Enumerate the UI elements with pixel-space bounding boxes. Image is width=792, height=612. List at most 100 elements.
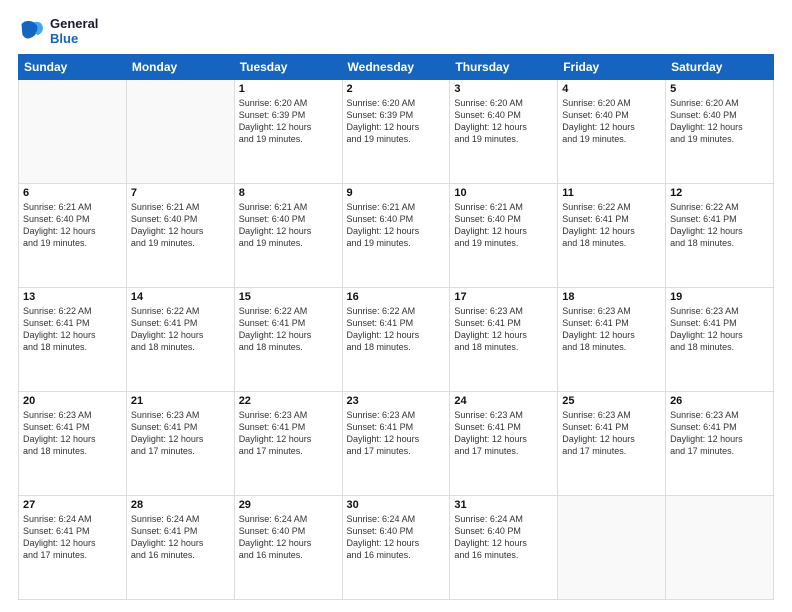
day-number: 16 bbox=[347, 291, 446, 303]
day-number: 1 bbox=[239, 83, 338, 95]
calendar-cell: 25 Sunrise: 6:23 AM Sunset: 6:41 PM Dayli… bbox=[558, 392, 666, 496]
day-info: Sunrise: 6:21 AM Sunset: 6:40 PM Dayligh… bbox=[23, 201, 122, 250]
logo-icon bbox=[18, 17, 46, 45]
calendar-cell: 31 Sunrise: 6:24 AM Sunset: 6:40 PM Dayli… bbox=[450, 496, 558, 600]
weekday-header-cell: Thursday bbox=[450, 55, 558, 80]
day-info: Sunrise: 6:23 AM Sunset: 6:41 PM Dayligh… bbox=[670, 305, 769, 354]
day-number: 26 bbox=[670, 395, 769, 407]
calendar-cell: 8 Sunrise: 6:21 AM Sunset: 6:40 PM Daylig… bbox=[234, 184, 342, 288]
day-info: Sunrise: 6:24 AM Sunset: 6:41 PM Dayligh… bbox=[23, 513, 122, 562]
calendar-cell: 23Sunrise: 6:23 AM Sunset: 6:41 PM Dayli… bbox=[342, 392, 450, 496]
calendar-week-row: 1 Sunrise: 6:20 AM Sunset: 6:39 PM Daylig… bbox=[19, 80, 774, 184]
day-info: Sunrise: 6:20 AM Sunset: 6:39 PM Dayligh… bbox=[239, 97, 338, 146]
day-number: 29 bbox=[239, 499, 338, 511]
calendar-cell: 24 Sunrise: 6:23 AM Sunset: 6:41 PM Dayli… bbox=[450, 392, 558, 496]
page: General Blue SundayMondayTuesdayWednesda… bbox=[0, 0, 792, 612]
day-info: Sunrise: 6:23 AM Sunset: 6:41 PM Dayligh… bbox=[239, 409, 338, 458]
day-info: Sunrise: 6:22 AM Sunset: 6:41 PM Dayligh… bbox=[562, 201, 661, 250]
day-info: Sunrise: 6:23 AM Sunset: 6:41 PM Dayligh… bbox=[23, 409, 122, 458]
day-info: Sunrise: 6:21 AM Sunset: 6:40 PM Dayligh… bbox=[131, 201, 230, 250]
day-number: 10 bbox=[454, 187, 553, 199]
day-number: 28 bbox=[131, 499, 230, 511]
day-number: 9 bbox=[347, 187, 446, 199]
day-info: Sunrise: 6:21 AM Sunset: 6:40 PM Dayligh… bbox=[347, 201, 446, 250]
header: General Blue bbox=[18, 16, 774, 46]
day-number: 13 bbox=[23, 291, 122, 303]
day-number: 24 bbox=[454, 395, 553, 407]
calendar-cell: 19 Sunrise: 6:23 AM Sunset: 6:41 PM Dayli… bbox=[666, 288, 774, 392]
calendar-cell: 26 Sunrise: 6:23 AM Sunset: 6:41 PM Dayli… bbox=[666, 392, 774, 496]
day-number: 5 bbox=[670, 83, 769, 95]
calendar-cell: 15 Sunrise: 6:22 AM Sunset: 6:41 PM Dayli… bbox=[234, 288, 342, 392]
calendar-cell: 10Sunrise: 6:21 AM Sunset: 6:40 PM Dayli… bbox=[450, 184, 558, 288]
weekday-header-cell: Saturday bbox=[666, 55, 774, 80]
day-info: Sunrise: 6:22 AM Sunset: 6:41 PM Dayligh… bbox=[23, 305, 122, 354]
calendar-cell: 12 Sunrise: 6:22 AM Sunset: 6:41 PM Dayli… bbox=[666, 184, 774, 288]
calendar-week-row: 20 Sunrise: 6:23 AM Sunset: 6:41 PM Dayli… bbox=[19, 392, 774, 496]
day-number: 31 bbox=[454, 499, 553, 511]
calendar-week-row: 27 Sunrise: 6:24 AM Sunset: 6:41 PM Dayli… bbox=[19, 496, 774, 600]
day-number: 27 bbox=[23, 499, 122, 511]
calendar-cell: 29Sunrise: 6:24 AM Sunset: 6:40 PM Dayli… bbox=[234, 496, 342, 600]
calendar-cell bbox=[558, 496, 666, 600]
weekday-header-row: SundayMondayTuesdayWednesdayThursdayFrid… bbox=[19, 55, 774, 80]
day-info: Sunrise: 6:23 AM Sunset: 6:41 PM Dayligh… bbox=[562, 409, 661, 458]
day-number: 25 bbox=[562, 395, 661, 407]
calendar-body: 1 Sunrise: 6:20 AM Sunset: 6:39 PM Daylig… bbox=[19, 80, 774, 600]
logo: General Blue bbox=[18, 16, 98, 46]
logo-text: General Blue bbox=[50, 16, 98, 46]
day-info: Sunrise: 6:23 AM Sunset: 6:41 PM Dayligh… bbox=[131, 409, 230, 458]
calendar-cell bbox=[19, 80, 127, 184]
weekday-header-cell: Tuesday bbox=[234, 55, 342, 80]
day-number: 3 bbox=[454, 83, 553, 95]
day-info: Sunrise: 6:24 AM Sunset: 6:40 PM Dayligh… bbox=[347, 513, 446, 562]
day-number: 21 bbox=[131, 395, 230, 407]
day-info: Sunrise: 6:20 AM Sunset: 6:39 PM Dayligh… bbox=[347, 97, 446, 146]
day-info: Sunrise: 6:22 AM Sunset: 6:41 PM Dayligh… bbox=[347, 305, 446, 354]
day-info: Sunrise: 6:20 AM Sunset: 6:40 PM Dayligh… bbox=[670, 97, 769, 146]
day-number: 20 bbox=[23, 395, 122, 407]
day-info: Sunrise: 6:23 AM Sunset: 6:41 PM Dayligh… bbox=[454, 409, 553, 458]
calendar-cell: 11 Sunrise: 6:22 AM Sunset: 6:41 PM Dayli… bbox=[558, 184, 666, 288]
calendar-cell: 27 Sunrise: 6:24 AM Sunset: 6:41 PM Dayli… bbox=[19, 496, 127, 600]
calendar-cell: 6 Sunrise: 6:21 AM Sunset: 6:40 PM Daylig… bbox=[19, 184, 127, 288]
calendar-table: SundayMondayTuesdayWednesdayThursdayFrid… bbox=[18, 54, 774, 600]
day-info: Sunrise: 6:22 AM Sunset: 6:41 PM Dayligh… bbox=[670, 201, 769, 250]
day-number: 19 bbox=[670, 291, 769, 303]
calendar-cell: 22Sunrise: 6:23 AM Sunset: 6:41 PM Dayli… bbox=[234, 392, 342, 496]
calendar-cell: 20 Sunrise: 6:23 AM Sunset: 6:41 PM Dayli… bbox=[19, 392, 127, 496]
calendar-cell: 1 Sunrise: 6:20 AM Sunset: 6:39 PM Daylig… bbox=[234, 80, 342, 184]
calendar-cell: 17Sunrise: 6:23 AM Sunset: 6:41 PM Dayli… bbox=[450, 288, 558, 392]
calendar-cell: 7Sunrise: 6:21 AM Sunset: 6:40 PM Daylig… bbox=[126, 184, 234, 288]
day-number: 6 bbox=[23, 187, 122, 199]
day-info: Sunrise: 6:22 AM Sunset: 6:41 PM Dayligh… bbox=[239, 305, 338, 354]
calendar-cell: 9 Sunrise: 6:21 AM Sunset: 6:40 PM Daylig… bbox=[342, 184, 450, 288]
calendar-cell: 28 Sunrise: 6:24 AM Sunset: 6:41 PM Dayli… bbox=[126, 496, 234, 600]
calendar-cell: 18Sunrise: 6:23 AM Sunset: 6:41 PM Dayli… bbox=[558, 288, 666, 392]
day-number: 11 bbox=[562, 187, 661, 199]
day-info: Sunrise: 6:24 AM Sunset: 6:41 PM Dayligh… bbox=[131, 513, 230, 562]
day-info: Sunrise: 6:20 AM Sunset: 6:40 PM Dayligh… bbox=[562, 97, 661, 146]
day-info: Sunrise: 6:21 AM Sunset: 6:40 PM Dayligh… bbox=[239, 201, 338, 250]
calendar-cell: 30 Sunrise: 6:24 AM Sunset: 6:40 PM Dayli… bbox=[342, 496, 450, 600]
day-number: 15 bbox=[239, 291, 338, 303]
calendar-cell: 21 Sunrise: 6:23 AM Sunset: 6:41 PM Dayli… bbox=[126, 392, 234, 496]
calendar-week-row: 13 Sunrise: 6:22 AM Sunset: 6:41 PM Dayli… bbox=[19, 288, 774, 392]
calendar-week-row: 6 Sunrise: 6:21 AM Sunset: 6:40 PM Daylig… bbox=[19, 184, 774, 288]
calendar-cell: 14 Sunrise: 6:22 AM Sunset: 6:41 PM Dayli… bbox=[126, 288, 234, 392]
day-info: Sunrise: 6:23 AM Sunset: 6:41 PM Dayligh… bbox=[670, 409, 769, 458]
day-number: 12 bbox=[670, 187, 769, 199]
calendar-cell: 5 Sunrise: 6:20 AM Sunset: 6:40 PM Daylig… bbox=[666, 80, 774, 184]
day-number: 8 bbox=[239, 187, 338, 199]
day-number: 30 bbox=[347, 499, 446, 511]
day-number: 23 bbox=[347, 395, 446, 407]
day-info: Sunrise: 6:24 AM Sunset: 6:40 PM Dayligh… bbox=[454, 513, 553, 562]
weekday-header-cell: Sunday bbox=[19, 55, 127, 80]
calendar-cell bbox=[666, 496, 774, 600]
weekday-header-cell: Friday bbox=[558, 55, 666, 80]
day-info: Sunrise: 6:20 AM Sunset: 6:40 PM Dayligh… bbox=[454, 97, 553, 146]
day-number: 14 bbox=[131, 291, 230, 303]
day-info: Sunrise: 6:22 AM Sunset: 6:41 PM Dayligh… bbox=[131, 305, 230, 354]
weekday-header-cell: Monday bbox=[126, 55, 234, 80]
day-info: Sunrise: 6:23 AM Sunset: 6:41 PM Dayligh… bbox=[562, 305, 661, 354]
